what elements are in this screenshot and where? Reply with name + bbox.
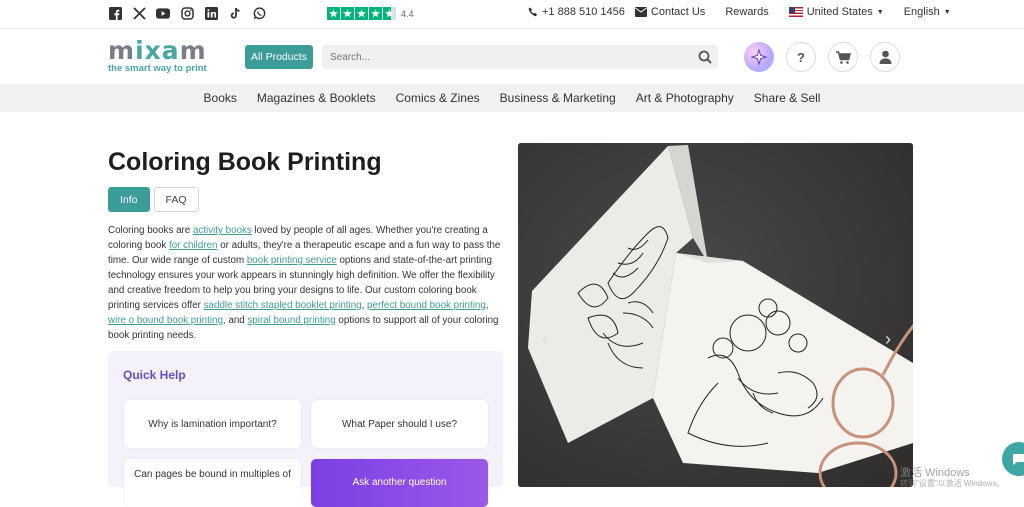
whatsapp-icon[interactable] [252,6,266,20]
top-bar: 4.4 +1 888 510 1456 Contact Us Rewards U… [0,0,1024,28]
question-paper[interactable]: What Paper should I use? [311,400,488,448]
envelope-icon [634,7,647,17]
phone-number: +1 888 510 1456 [542,6,625,18]
spiral-bound-link[interactable]: spiral bound printing [247,315,335,326]
star-icon [341,7,354,20]
page-title: Coloring Book Printing [108,148,382,176]
rating-value: 4.4 [401,8,414,19]
quick-help-panel: Quick Help Why is lamination important? … [108,351,503,507]
x-icon[interactable] [132,6,146,20]
contact-link[interactable]: Contact Us [634,6,706,18]
sparkle-icon [751,49,767,65]
star-icon [369,7,382,20]
main-nav: Books Magazines & Booklets Comics & Zine… [0,84,1024,112]
trustpilot-rating[interactable]: 4.4 [327,7,414,20]
coloring-book-photo [518,143,913,487]
chat-bubble-icon [1013,454,1024,465]
description-paragraph: Coloring books are activity books loved … [108,223,506,343]
search-bar [322,45,718,69]
us-flag-icon [788,7,803,17]
tab-info[interactable]: Info [108,187,150,212]
mixam-logo[interactable]: mixam the smart way to print [108,36,207,74]
wire-o-bound-link[interactable]: wire o bound book printing [108,315,223,326]
top-right-links: +1 888 510 1456 Contact Us Rewards Unite… [528,6,951,18]
star-half-icon [383,7,396,20]
help-button[interactable]: ? [786,42,816,72]
carousel-next-icon[interactable]: › [885,329,891,350]
saddle-stitch-link[interactable]: saddle stitch stapled booklet printing [204,300,362,311]
nav-item-share-sell[interactable]: Share & Sell [744,91,831,105]
activity-books-link[interactable]: activity books [193,225,252,236]
site-header: mixam the smart way to print All Product… [0,28,1024,84]
carousel-prev-icon[interactable]: ‹ [542,329,548,350]
windows-activation-subtext: 转到"设置"以激活 Windows。 [900,479,1005,488]
star-icon [355,7,368,20]
search-icon[interactable] [698,50,712,69]
quick-help-heading: Quick Help [123,368,186,382]
linkedin-icon[interactable] [204,6,218,20]
country-select[interactable]: United States ▼ [788,6,884,18]
country-label: United States [806,6,873,18]
nav-item-magazines-booklets[interactable]: Magazines & Booklets [247,91,386,105]
question-binding-multiples[interactable]: Can pages be bound in multiples of [124,459,301,507]
search-input[interactable] [330,51,690,63]
logo-tagline: the smart way to print [108,63,207,74]
logo-wordmark: mixam [108,36,207,65]
caret-down-icon: ▼ [876,8,884,16]
social-links [108,6,266,20]
chat-button[interactable] [1002,442,1024,476]
language-label: English [903,6,940,18]
youtube-icon[interactable] [156,6,170,20]
content-tabs: Info FAQ [108,187,199,212]
desc-text: , and [222,315,248,326]
nav-item-books[interactable]: Books [194,91,247,105]
ai-assistant-button[interactable] [744,42,774,72]
language-select[interactable]: English ▼ [904,6,951,18]
perfect-bound-link[interactable]: perfect bound book printing [367,300,486,311]
nav-item-comics-zines[interactable]: Comics & Zines [386,91,490,105]
user-icon [879,50,891,64]
star-icon [327,7,340,20]
tiktok-icon[interactable] [228,6,242,20]
facebook-icon[interactable] [108,6,122,20]
ask-question-button[interactable]: Ask another question [311,459,488,507]
instagram-icon[interactable] [180,6,194,20]
phone-icon [528,7,538,17]
phone-link[interactable]: +1 888 510 1456 [528,6,625,18]
tab-faq[interactable]: FAQ [153,187,199,212]
question-lamination[interactable]: Why is lamination important? [124,400,301,448]
caret-down-icon: ▼ [943,8,951,16]
desc-text: , [485,300,489,311]
rewards-link[interactable]: Rewards [725,6,768,18]
desc-text: Coloring books are [108,225,193,236]
nav-item-business-marketing[interactable]: Business & Marketing [490,91,626,105]
cart-icon [835,50,851,64]
for-children-link[interactable]: for children [169,240,217,251]
nav-item-art-photography[interactable]: Art & Photography [626,91,744,105]
account-button[interactable] [870,42,900,72]
book-printing-service-link[interactable]: book printing service [247,255,337,266]
contact-label: Contact Us [650,6,706,18]
cart-button[interactable] [828,42,858,72]
all-products-button[interactable]: All Products [245,45,313,69]
hero-image: ‹ › [518,143,913,487]
rewards-label: Rewards [725,6,769,18]
